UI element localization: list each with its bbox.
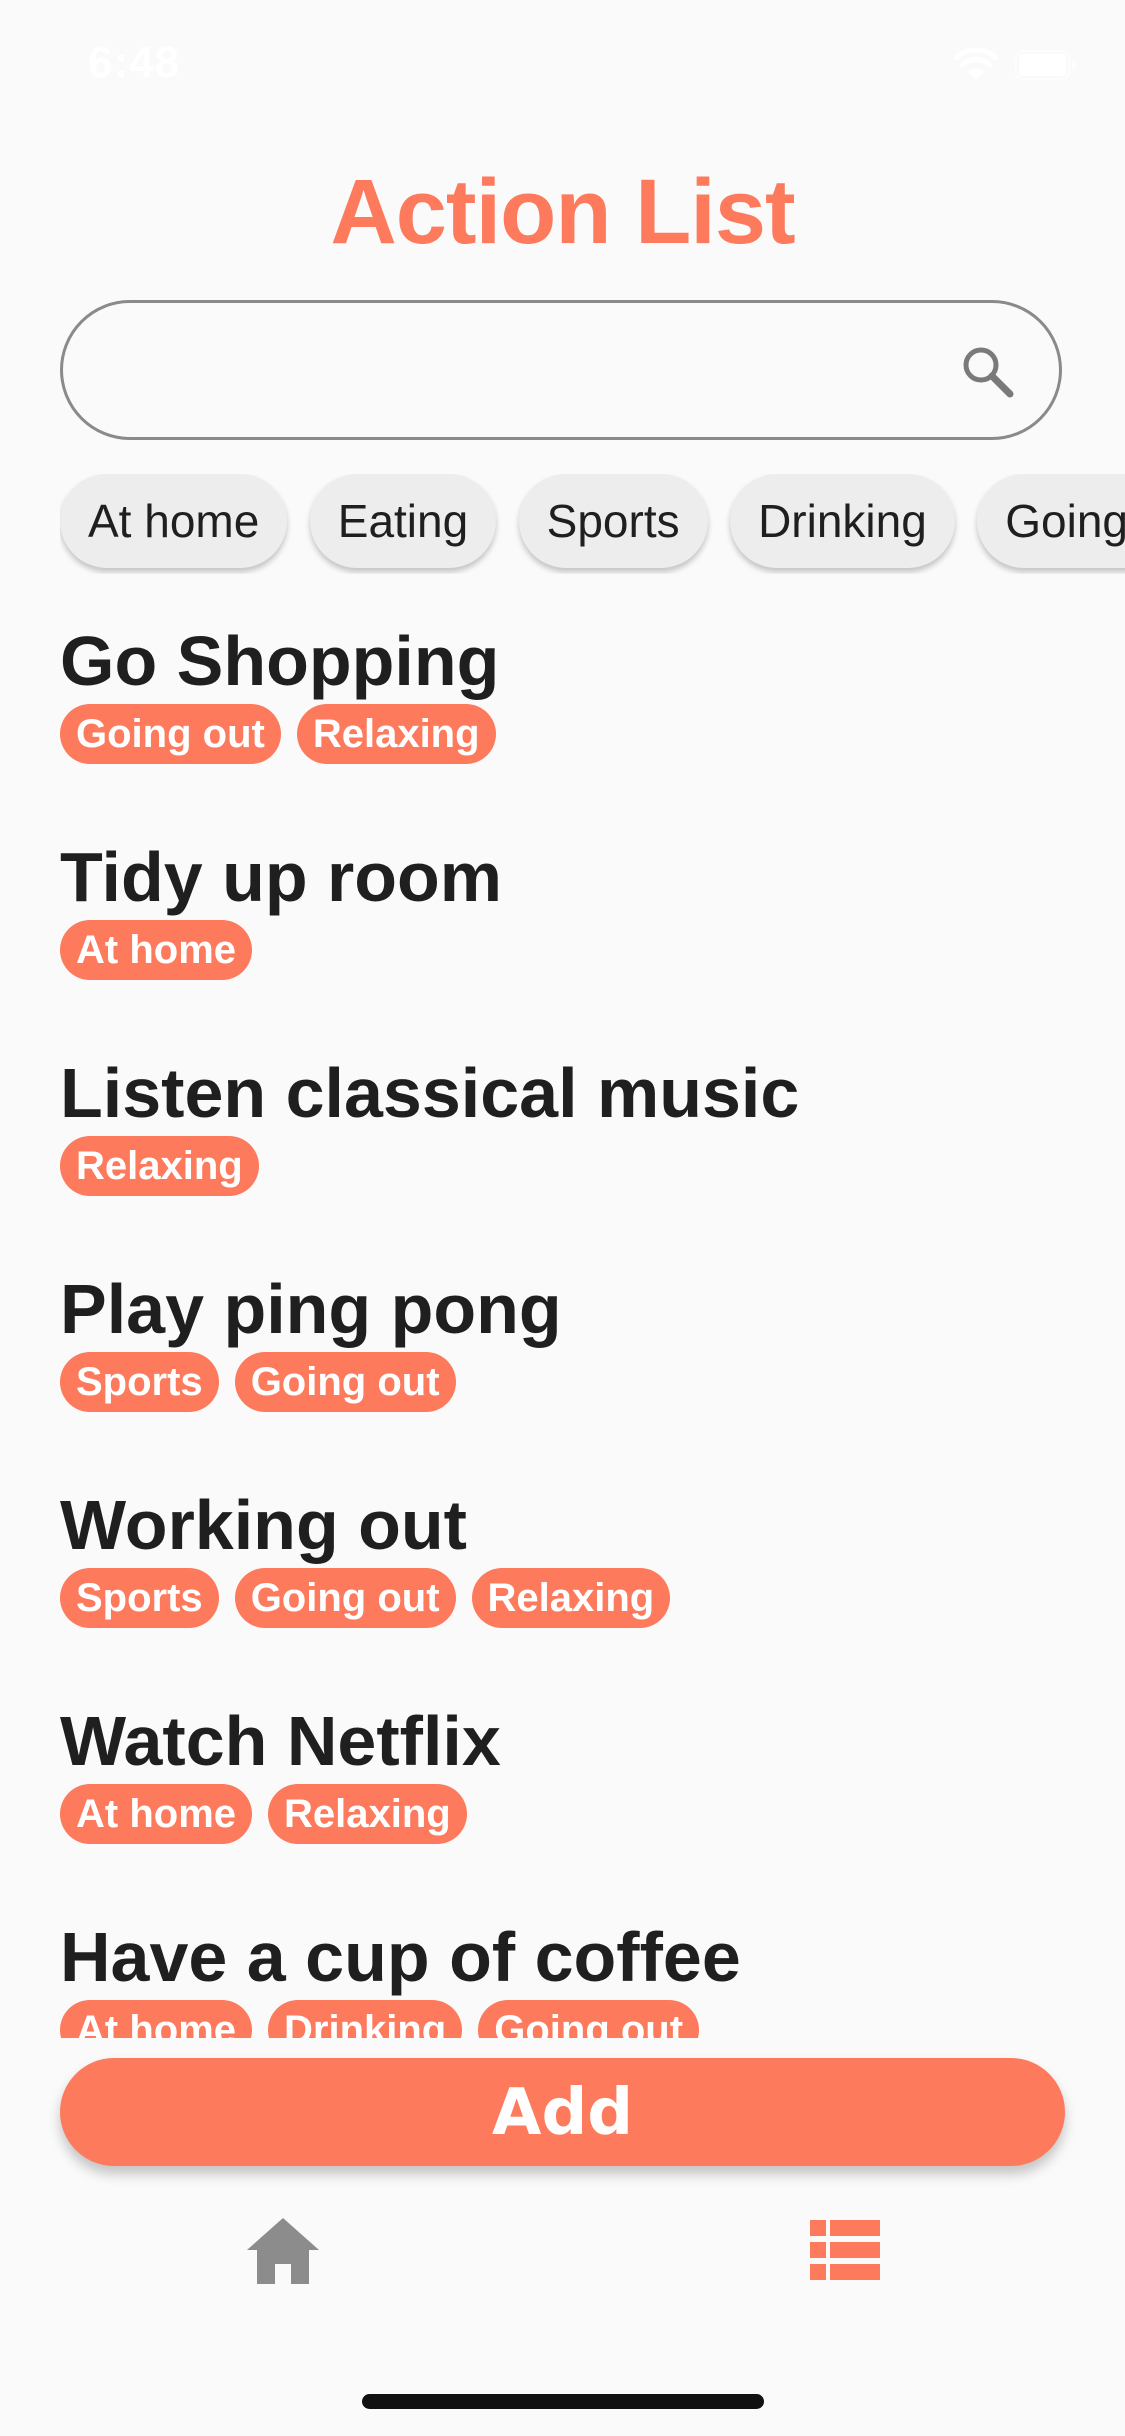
action-title: Listen classical music — [60, 1054, 800, 1132]
tag: Relaxing — [471, 1568, 671, 1628]
action-title: Have a cup of coffee — [60, 1918, 741, 1996]
filter-chip-row: At home Eating Sports Drinking Going out — [60, 474, 1125, 574]
search-input[interactable] — [103, 331, 967, 413]
tag: Going out — [478, 2000, 700, 2038]
search-icon[interactable] — [959, 343, 1015, 399]
tag: At home — [60, 920, 252, 980]
list-item[interactable]: Go Shopping Going out Relaxing — [60, 620, 1065, 764]
list-item[interactable]: Tidy up room At home — [60, 836, 1065, 980]
tag: Relaxing — [268, 1784, 467, 1844]
filter-chip-drinking[interactable]: Drinking — [730, 474, 955, 568]
tag: Going out — [234, 1568, 456, 1628]
action-title: Watch Netflix — [60, 1702, 501, 1780]
action-title: Working out — [60, 1486, 467, 1564]
tag-row: Relaxing — [60, 1136, 1065, 1196]
battery-icon — [1015, 50, 1077, 85]
tag-row: Going out Relaxing — [60, 704, 1065, 764]
tag: At home — [60, 1784, 252, 1844]
action-list[interactable]: Go Shopping Going out Relaxing Tidy up r… — [0, 620, 1125, 2038]
list-item[interactable]: Play ping pong Sports Going out — [60, 1268, 1065, 1412]
status-time: 6:48 — [88, 38, 181, 87]
tag-row: At home Drinking Going out — [60, 2000, 1065, 2038]
search-bar[interactable] — [60, 300, 1062, 440]
tag-row: Sports Going out — [60, 1352, 1065, 1412]
list-item[interactable]: Have a cup of coffee At home Drinking Go… — [60, 1916, 1065, 2038]
list-item[interactable]: Listen classical music Relaxing — [60, 1052, 1065, 1196]
list-item[interactable]: Watch Netflix At home Relaxing — [60, 1700, 1065, 1844]
add-button[interactable]: Add — [60, 2058, 1065, 2166]
tag-row: Sports Going out Relaxing — [60, 1568, 1065, 1628]
filter-chip-at-home[interactable]: At home — [60, 474, 288, 568]
tag: Relaxing — [296, 704, 496, 764]
list-item[interactable]: Working out Sports Going out Relaxing — [60, 1484, 1065, 1628]
tag: At home — [60, 2000, 252, 2038]
action-title: Go Shopping — [60, 622, 500, 700]
status-bar: 6:48 — [0, 0, 1125, 130]
tag: Going out — [234, 1352, 456, 1412]
tag: Going out — [60, 704, 281, 764]
page-title: Action List — [330, 161, 795, 263]
filter-chip-eating[interactable]: Eating — [309, 474, 497, 568]
action-title: Play ping pong — [60, 1270, 562, 1348]
tag: Sports — [60, 1568, 219, 1628]
tag: Relaxing — [60, 1136, 259, 1196]
tag: Sports — [60, 1352, 219, 1412]
wifi-icon — [953, 47, 999, 87]
filter-chip-going-out[interactable]: Going out — [977, 474, 1125, 568]
tag-row: At home Relaxing — [60, 1784, 1065, 1844]
tag: Drinking — [268, 2000, 463, 2038]
bottom-nav — [0, 2200, 1125, 2310]
home-indicator — [362, 2394, 764, 2409]
tag-row: At home — [60, 920, 1065, 980]
filter-chip-sports[interactable]: Sports — [518, 474, 708, 568]
action-title: Tidy up room — [60, 838, 503, 916]
home-icon[interactable] — [243, 2212, 323, 2292]
list-icon[interactable] — [810, 2220, 880, 2280]
status-icons — [953, 47, 1077, 87]
